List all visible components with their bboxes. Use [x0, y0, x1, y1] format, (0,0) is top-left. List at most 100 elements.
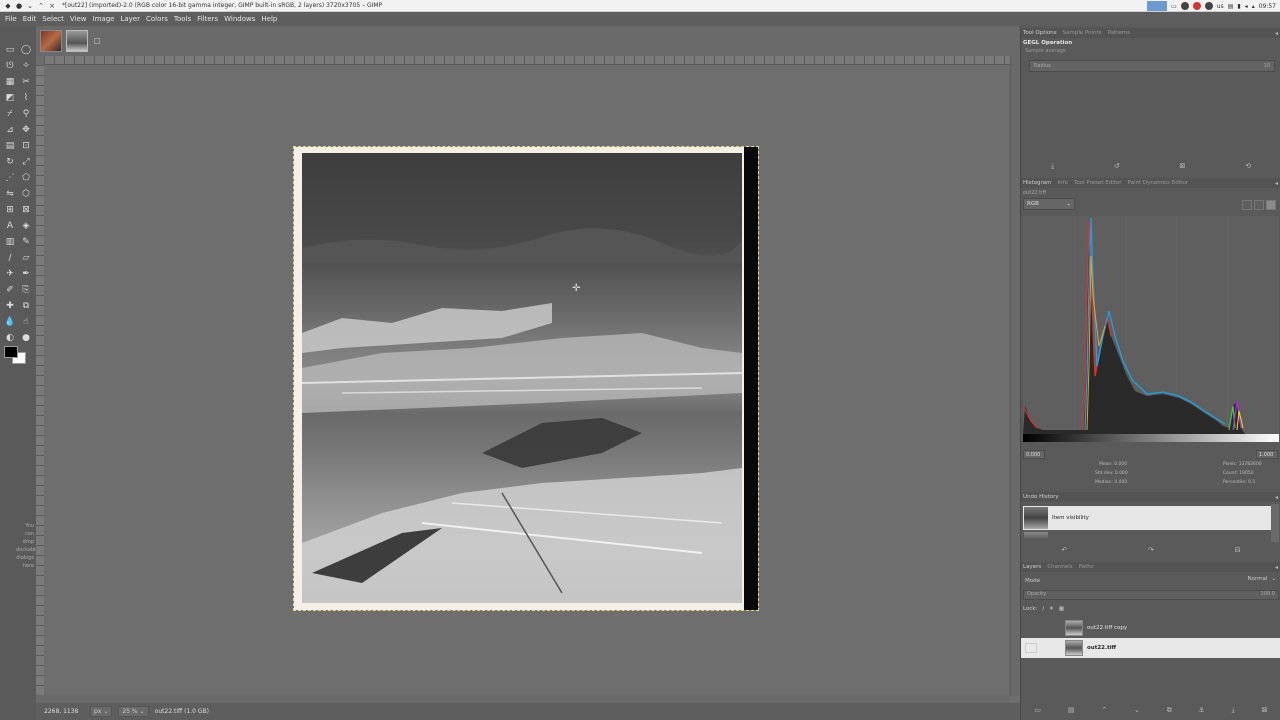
tab-paint-dynamics-editor[interactable]: Paint Dynamics Editor: [1128, 180, 1189, 186]
radius-slider[interactable]: Radius 10: [1029, 60, 1275, 72]
handle-transform-icon[interactable]: ⊠: [18, 202, 34, 218]
tray-browser-icon[interactable]: [1192, 2, 1201, 10]
airbrush-icon[interactable]: ✈: [2, 266, 18, 282]
layer-visibility-icon[interactable]: [1025, 643, 1037, 653]
color-picker-icon[interactable]: ⌿: [2, 106, 18, 122]
layer-row[interactable]: out22.tiff copy: [1021, 618, 1280, 638]
ink-icon[interactable]: ✒: [18, 266, 34, 282]
pencil-icon[interactable]: ✎: [18, 234, 34, 250]
anchor-layer-icon[interactable]: ⚓: [1199, 706, 1205, 718]
tab-info[interactable]: Info: [1058, 180, 1068, 186]
tab-sample-points[interactable]: Sample Points: [1063, 30, 1102, 36]
histogram-gradient-bar[interactable]: [1023, 434, 1279, 442]
tab-histogram[interactable]: Histogram: [1023, 180, 1052, 186]
scissors-icon[interactable]: ✂: [18, 74, 34, 90]
fuzzy-select-icon[interactable]: ✧: [18, 58, 34, 74]
tray-display-icon[interactable]: ▭: [1171, 3, 1177, 10]
undo-history-item-2[interactable]: [1024, 532, 1048, 540]
cage-icon[interactable]: ⬡: [18, 186, 34, 202]
perspective-clone-icon[interactable]: ⧉: [18, 298, 34, 314]
lock-position-icon[interactable]: ✛: [1049, 606, 1054, 612]
shear-icon[interactable]: ⋰: [2, 170, 18, 186]
delete-preset-icon[interactable]: ⊠: [1180, 162, 1186, 171]
tray-clipboard-icon[interactable]: ▤: [1228, 3, 1234, 10]
tray-network-icon[interactable]: [1180, 2, 1189, 10]
foreground-color-swatch[interactable]: [4, 346, 18, 358]
layer-row[interactable]: out22.tiff: [1021, 638, 1280, 658]
tab-tool-options[interactable]: Tool Options: [1023, 30, 1057, 36]
tab-undo-history[interactable]: Undo History: [1023, 494, 1059, 500]
text-tool-icon[interactable]: A: [2, 218, 18, 234]
undo-scrollbar[interactable]: [1271, 504, 1279, 542]
heal-icon[interactable]: ✚: [2, 298, 18, 314]
layer-opacity-slider[interactable]: Opacity 100.0: [1023, 590, 1279, 600]
blur-icon[interactable]: 💧: [2, 314, 18, 330]
app-icon[interactable]: ◆: [4, 2, 12, 10]
tray-expand-icon[interactable]: ▴: [1252, 3, 1255, 10]
ink-drop-icon[interactable]: ●: [18, 330, 34, 346]
menu-file[interactable]: File: [2, 15, 20, 23]
tray-clock[interactable]: 09:57: [1259, 3, 1276, 10]
image-tab-2[interactable]: [66, 30, 88, 52]
zoom-selector[interactable]: 25 % ⌄: [118, 706, 149, 717]
scale-icon[interactable]: ⤢: [18, 154, 34, 170]
undo-history-item[interactable]: Item visibility: [1023, 506, 1271, 530]
menu-tools[interactable]: Tools: [171, 15, 194, 23]
redo-icon[interactable]: ↷: [1148, 546, 1154, 554]
dock-menu-icon[interactable]: ◂: [1275, 30, 1278, 37]
lock-pixels-icon[interactable]: ∕: [1042, 606, 1044, 612]
histogram-channel-select[interactable]: RGB ⌄: [1023, 198, 1075, 210]
warp-icon[interactable]: ⊞: [2, 202, 18, 218]
crop-icon[interactable]: ⊡: [18, 138, 34, 154]
eraser-icon[interactable]: ▱: [18, 250, 34, 266]
restore-preset-icon[interactable]: ↺: [1114, 162, 1120, 171]
window-menu-icon[interactable]: ●: [15, 2, 23, 10]
gradient-icon[interactable]: ▥: [2, 234, 18, 250]
zoom-icon[interactable]: ⚲: [18, 106, 34, 122]
layer-mode-select[interactable]: Normal ⌄: [1226, 576, 1276, 586]
linear-scale-icon[interactable]: [1242, 200, 1252, 210]
bucket-fill-icon[interactable]: ◈: [18, 218, 34, 234]
dock-menu-icon[interactable]: ◂: [1275, 564, 1278, 571]
rect-select-icon[interactable]: ▭: [2, 42, 18, 58]
histogram-max-field[interactable]: 1.000: [1256, 450, 1278, 459]
tray-volume-icon[interactable]: ◂: [1245, 3, 1248, 10]
mypaint-brush-icon[interactable]: ✐: [2, 282, 18, 298]
log-scale-icon[interactable]: [1254, 200, 1264, 210]
tab-channels[interactable]: Channels: [1047, 564, 1072, 570]
close-small-icon[interactable]: ×: [48, 2, 56, 10]
layer-visibility-icon[interactable]: [1025, 623, 1037, 633]
merge-layer-icon[interactable]: ⤓: [1232, 706, 1235, 718]
image-tab-1[interactable]: [40, 30, 62, 52]
tab-tool-preset-editor[interactable]: Tool Preset Editor: [1074, 180, 1122, 186]
tray-battery-icon[interactable]: ▮: [1237, 3, 1240, 10]
duplicate-layer-icon[interactable]: ⧉: [1167, 706, 1172, 718]
color-select-icon[interactable]: ▦: [2, 74, 18, 90]
reset-icon[interactable]: ⟲: [1245, 162, 1251, 171]
horizontal-ruler[interactable]: [44, 56, 1016, 65]
dodge-burn-icon[interactable]: ◐: [2, 330, 18, 346]
histogram-min-field[interactable]: 0.000: [1023, 450, 1045, 459]
clone-icon[interactable]: ⎘: [18, 282, 34, 298]
dock-menu-icon[interactable]: ◂: [1275, 494, 1278, 501]
new-group-icon[interactable]: ▤: [1068, 706, 1075, 718]
histogram-graph[interactable]: [1023, 216, 1279, 434]
unit-selector[interactable]: px ⌄: [90, 706, 113, 717]
menu-edit[interactable]: Edit: [20, 15, 40, 23]
save-preset-icon[interactable]: ⤓: [1051, 162, 1054, 171]
lower-layer-icon[interactable]: ⌄: [1134, 706, 1140, 718]
image-canvas[interactable]: [293, 146, 759, 611]
tab-layers[interactable]: Layers: [1023, 564, 1041, 570]
foreground-select-icon[interactable]: ◩: [2, 90, 18, 106]
chevron-down-icon[interactable]: ⌄: [26, 2, 34, 10]
horizontal-scrollbar[interactable]: [36, 695, 1010, 703]
clear-history-icon[interactable]: ⊟: [1235, 546, 1241, 554]
tab-patterns[interactable]: Patterns: [1108, 30, 1131, 36]
perspective-icon[interactable]: ⬠: [18, 170, 34, 186]
tab-menu-icon[interactable]: [94, 38, 100, 44]
menu-filters[interactable]: Filters: [194, 15, 221, 23]
paths-icon[interactable]: ⌇: [18, 90, 34, 106]
menu-select[interactable]: Select: [39, 15, 67, 23]
new-layer-icon[interactable]: ▭: [1034, 706, 1041, 718]
menu-layer[interactable]: Layer: [117, 15, 143, 23]
